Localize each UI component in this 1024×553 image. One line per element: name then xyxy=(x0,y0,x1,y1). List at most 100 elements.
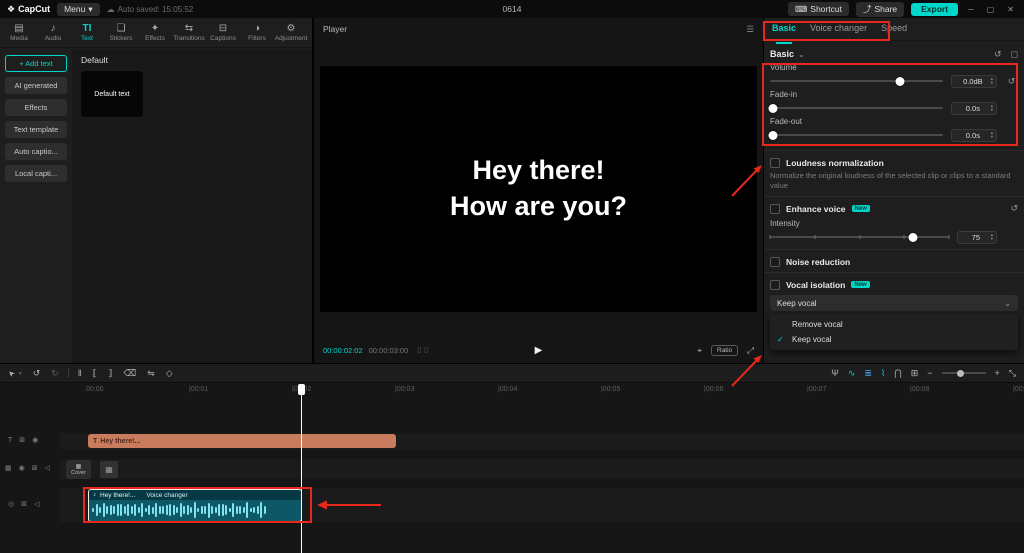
undo-icon[interactable]: ↺ xyxy=(33,368,41,379)
intensity-slider-knob[interactable] xyxy=(909,233,918,242)
mirror-icon[interactable]: ⇋ xyxy=(147,368,155,379)
split-icon[interactable]: ‖ xyxy=(78,368,82,378)
lock-icon[interactable]: ⊠ xyxy=(32,464,38,472)
video-canvas[interactable]: Hey there! How are you? xyxy=(320,66,757,312)
basic-section-header[interactable]: Basic ⌄ ↺ ◻ xyxy=(770,47,1018,61)
fade-in-value-field[interactable]: 0.0s ▴▾ xyxy=(951,102,997,115)
trim-right-icon[interactable]: ⟧ xyxy=(108,368,112,379)
maximize-button[interactable]: ▢ xyxy=(984,5,998,14)
fade-out-slider[interactable] xyxy=(770,134,943,136)
tool-stickers[interactable]: ❏Stickers xyxy=(104,23,138,42)
audio-clip-selected[interactable]: ♪ Hey there!... Voice changer xyxy=(88,489,302,522)
select-tool-caret-icon[interactable]: ▾ xyxy=(19,370,22,377)
stickers-icon: ❏ xyxy=(117,23,126,34)
enhance-voice-checkbox[interactable] xyxy=(770,204,780,214)
intensity-slider[interactable] xyxy=(770,236,949,238)
share-button[interactable]: ⤴ Share xyxy=(856,2,904,17)
fit-timeline-icon[interactable]: ⤡ xyxy=(1009,368,1016,379)
fullscreen-icon[interactable]: ⤢ xyxy=(747,345,754,356)
tool-text[interactable]: TIText xyxy=(70,23,104,42)
tool-transitions[interactable]: ⇆Transitions xyxy=(172,23,206,42)
text-track-toggle-icon[interactable]: ≣ xyxy=(864,368,872,379)
record-voiceover-icon[interactable]: Ψ xyxy=(831,368,839,378)
volume-slider[interactable] xyxy=(770,80,943,82)
sidebar-item-add-text[interactable]: + Add text xyxy=(5,55,67,72)
tab-basic[interactable]: Basic xyxy=(772,23,796,40)
volume-slider-knob[interactable] xyxy=(895,77,904,86)
noise-reduction-checkbox[interactable] xyxy=(770,257,780,267)
fade-in-slider[interactable] xyxy=(770,107,943,109)
close-button[interactable]: ✕ xyxy=(1004,5,1017,14)
fit-preview-icon[interactable]: ⌖ xyxy=(697,345,702,356)
select-tool-icon[interactable]: ➤ xyxy=(6,367,17,378)
tab-voice-changer[interactable]: Voice changer xyxy=(810,23,867,40)
menu-item-remove-vocal[interactable]: Remove vocal xyxy=(770,317,1018,332)
menu-button[interactable]: Menu ▾ xyxy=(57,3,100,16)
mute-icon[interactable]: ◁ xyxy=(45,464,50,472)
vocal-isolation-select[interactable]: Keep vocal ⌄ xyxy=(770,295,1018,311)
audio-track-toggle-icon[interactable]: ∿ xyxy=(848,368,856,379)
volume-value-field[interactable]: 0.0dB ▴▾ xyxy=(951,75,997,88)
player-title: Player xyxy=(323,24,347,34)
sidebar-item-local-captions[interactable]: Local capti... xyxy=(5,165,67,182)
delete-icon[interactable]: ⌫ xyxy=(123,368,136,379)
timeline-ruler[interactable]: 00:00 |00:01 |00:02 |00:03 |00:04 |00:05… xyxy=(0,383,1024,397)
lock-icon[interactable]: ⊠ xyxy=(21,500,27,508)
sidebar-item-ai-generated[interactable]: AI generated xyxy=(5,77,67,94)
default-text-tile[interactable]: Default text xyxy=(81,71,143,117)
sidebar-item-effects[interactable]: Effects xyxy=(5,99,67,116)
player-menu-icon[interactable]: ☰ xyxy=(746,24,754,35)
intensity-value-field[interactable]: 75 ▴▾ xyxy=(957,231,997,244)
eye-icon[interactable]: ◉ xyxy=(32,436,38,444)
stepper-down-icon[interactable]: ▾ xyxy=(991,135,993,139)
tool-adjustment[interactable]: ⚙Adjustment xyxy=(274,23,308,42)
menu-item-keep-vocal[interactable]: ✓ Keep vocal xyxy=(770,332,1018,347)
vocal-isolation-checkbox[interactable] xyxy=(770,280,780,290)
marker-icon-a[interactable]: ▯ xyxy=(417,346,421,354)
mask-icon[interactable]: ◇ xyxy=(166,368,173,379)
shortcut-button[interactable]: ⌨ Shortcut xyxy=(788,2,849,16)
fade-in-slider-knob[interactable] xyxy=(769,104,778,113)
enhance-reset-icon[interactable]: ↺ xyxy=(1010,203,1018,214)
text-clip[interactable]: T Hey there!... xyxy=(88,434,396,448)
tool-captions[interactable]: ⊟Captions xyxy=(206,23,240,42)
eye-icon[interactable]: ◉ xyxy=(19,464,25,472)
timeline-zoom-knob[interactable] xyxy=(957,370,964,377)
preview-text[interactable]: Hey there! How are you? xyxy=(450,153,627,223)
zoom-in-icon[interactable]: + xyxy=(995,368,1000,378)
lock-icon[interactable]: ⊠ xyxy=(19,436,25,444)
waveform-bar xyxy=(211,506,213,514)
sidebar-item-auto-captions[interactable]: Auto captio... xyxy=(5,143,67,160)
stepper-down-icon[interactable]: ▾ xyxy=(991,108,993,112)
zoom-out-icon[interactable]: − xyxy=(927,368,932,378)
play-button[interactable]: ▶ xyxy=(535,345,543,356)
stepper-down-icon[interactable]: ▾ xyxy=(991,81,993,85)
volume-reset-icon[interactable]: ↺ xyxy=(1005,76,1018,87)
fade-out-value-field[interactable]: 0.0s ▴▾ xyxy=(951,129,997,142)
stepper-down-icon[interactable]: ▾ xyxy=(991,237,993,241)
redo-icon[interactable]: ↻ xyxy=(51,368,59,379)
export-button[interactable]: Export xyxy=(911,3,958,16)
tool-label: Filters xyxy=(248,35,266,42)
snapping-icon[interactable]: ⊞ xyxy=(911,368,919,379)
cover-button[interactable]: ▦ Cover xyxy=(66,460,91,479)
section-reset-icon[interactable]: ↺ xyxy=(994,49,1002,60)
tool-audio[interactable]: ♪Audio xyxy=(36,23,70,42)
tool-media[interactable]: ▤Media xyxy=(2,23,36,42)
fade-out-slider-knob[interactable] xyxy=(769,131,778,140)
tab-speed[interactable]: Speed xyxy=(881,23,907,40)
magnet-icon[interactable]: ⋂ xyxy=(894,368,901,379)
timeline-zoom-slider[interactable] xyxy=(942,372,986,374)
tool-filters[interactable]: ◑Filters xyxy=(240,23,274,42)
ratio-button[interactable]: Ratio xyxy=(711,345,738,356)
marker-icon-b[interactable]: ▯ xyxy=(424,346,428,354)
mute-icon[interactable]: ◁ xyxy=(34,500,39,508)
tool-effects[interactable]: ✦Effects xyxy=(138,23,172,42)
video-track-toggle-icon[interactable]: ⌇ xyxy=(881,368,885,379)
video-clip-chip[interactable]: ▦ xyxy=(100,461,118,478)
section-more-icon[interactable]: ◻ xyxy=(1011,49,1018,60)
loudness-checkbox[interactable] xyxy=(770,158,780,168)
minimize-button[interactable]: ─ xyxy=(965,5,977,14)
trim-left-icon[interactable]: ⟦ xyxy=(93,368,97,379)
sidebar-item-text-template[interactable]: Text template xyxy=(5,121,67,138)
